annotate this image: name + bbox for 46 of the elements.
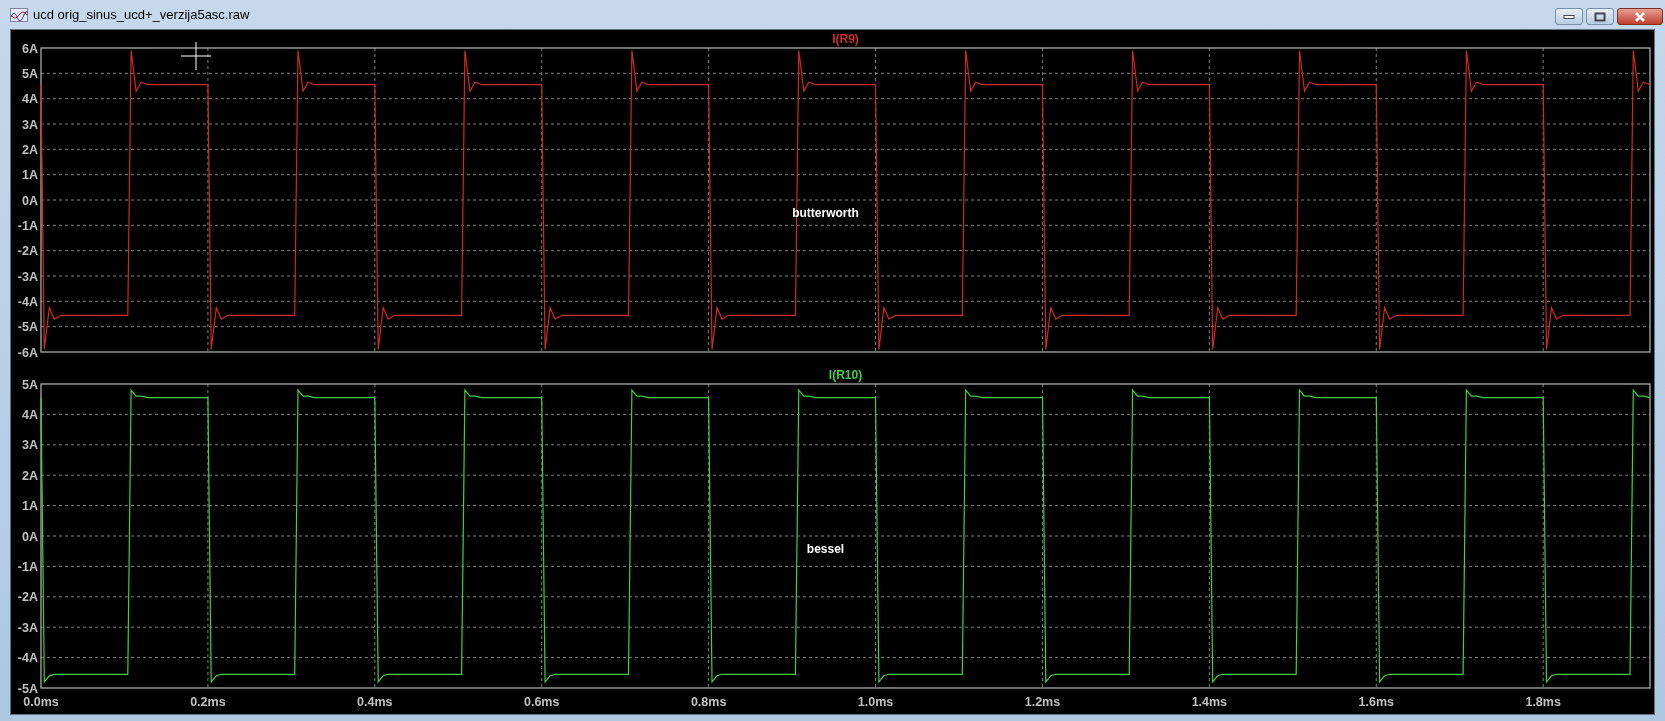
- y-axis-label: -1A: [17, 218, 38, 233]
- crosshair-cursor: [180, 41, 212, 71]
- y-axis-label: -4A: [17, 651, 38, 666]
- y-axis-label: 0A: [22, 529, 38, 544]
- y-axis-label: -2A: [17, 590, 38, 605]
- y-axis-label: 1A: [22, 499, 38, 514]
- y-axis-label: -3A: [17, 620, 38, 635]
- y-axis-label: -3A: [17, 269, 38, 284]
- y-axis-label: 5A: [22, 377, 38, 392]
- waveform-icon: [10, 7, 28, 22]
- y-axis-label: -2A: [17, 244, 38, 259]
- x-axis-label: 1.8ms: [1525, 695, 1561, 709]
- y-axis-label: -1A: [17, 559, 38, 574]
- maximize-button[interactable]: [1586, 8, 1614, 25]
- y-axis-label: 3A: [22, 117, 38, 132]
- y-axis-label: -5A: [17, 320, 38, 335]
- y-axis-label: 3A: [22, 438, 38, 453]
- y-axis-label: -4A: [17, 294, 38, 309]
- window-title: ucd orig_sinus_ucd+_verzija5asc.raw: [33, 7, 250, 22]
- y-axis-label: -5A: [17, 681, 38, 696]
- y-axis-label: 5A: [22, 66, 38, 81]
- x-axis-label: 1.0ms: [857, 695, 894, 709]
- trace-label: I(R10): [828, 368, 863, 382]
- x-axis-label: 0.6ms: [524, 695, 560, 709]
- y-axis-label: 1A: [22, 168, 38, 183]
- x-axis-label: 0.8ms: [690, 695, 727, 709]
- close-button[interactable]: [1617, 8, 1663, 25]
- y-axis-label: -6A: [17, 345, 38, 360]
- x-axis-label: 1.6ms: [1358, 695, 1394, 709]
- y-axis-label: 4A: [22, 92, 38, 107]
- x-axis-label: 0.4ms: [357, 695, 393, 709]
- y-axis-label: 0A: [22, 193, 38, 208]
- y-axis-label: 2A: [22, 468, 38, 483]
- minimize-icon: [1563, 14, 1575, 19]
- maximize-icon: [1594, 11, 1606, 22]
- close-icon: [1633, 11, 1647, 22]
- minimize-button[interactable]: [1555, 8, 1583, 25]
- trace-label: I(R9): [832, 32, 859, 46]
- y-axis-label: 4A: [22, 407, 38, 422]
- y-axis-label: 6A: [22, 41, 38, 56]
- x-axis-label: 1.4ms: [1191, 695, 1228, 709]
- x-axis-label: 0.0ms: [23, 695, 59, 709]
- y-axis-label: 2A: [22, 142, 38, 157]
- plot-annotation: bessel: [806, 542, 845, 556]
- x-axis-label: 1.2ms: [1024, 695, 1061, 709]
- x-axis-label: 0.2ms: [190, 695, 226, 709]
